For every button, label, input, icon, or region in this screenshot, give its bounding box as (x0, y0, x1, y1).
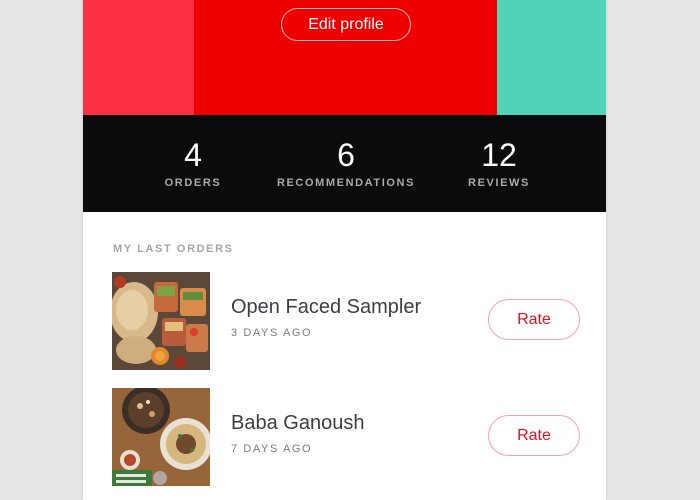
stat-reviews-label: REVIEWS (468, 177, 530, 189)
baba-ganoush-photo (112, 388, 210, 486)
food-sampler-photo (112, 272, 210, 370)
stat-orders[interactable]: 4 ORDERS (143, 115, 243, 212)
order-item-name: Baba Ganoush (231, 412, 365, 434)
stat-orders-value: 4 (184, 137, 202, 173)
rate-button[interactable]: Rate (488, 299, 580, 340)
stat-reviews-value: 12 (481, 137, 517, 173)
profile-card: Edit profile 4 ORDERS 6 RECOMMENDATIONS … (83, 0, 606, 500)
header-color-block-left (83, 0, 194, 115)
order-item-time: 3 DAYS AGO (231, 327, 313, 339)
order-item: Baba Ganoush 7 DAYS AGO Rate (112, 388, 582, 486)
stat-orders-label: ORDERS (164, 177, 222, 189)
order-item-name: Open Faced Sampler (231, 296, 422, 318)
stat-recommendations[interactable]: 6 RECOMMENDATIONS (271, 115, 421, 212)
stat-recommendations-value: 6 (337, 137, 355, 173)
order-item: Open Faced Sampler 3 DAYS AGO Rate (112, 272, 582, 370)
edit-profile-button[interactable]: Edit profile (281, 8, 411, 41)
stat-recommendations-label: RECOMMENDATIONS (276, 177, 416, 189)
profile-header: Edit profile (83, 0, 606, 115)
stats-bar: 4 ORDERS 6 RECOMMENDATIONS 12 REVIEWS (83, 115, 606, 212)
section-title-last-orders: MY LAST ORDERS (113, 243, 234, 255)
stat-reviews[interactable]: 12 REVIEWS (449, 115, 549, 212)
order-item-time: 7 DAYS AGO (231, 443, 313, 455)
header-color-block-right (497, 0, 606, 115)
rate-button[interactable]: Rate (488, 415, 580, 456)
